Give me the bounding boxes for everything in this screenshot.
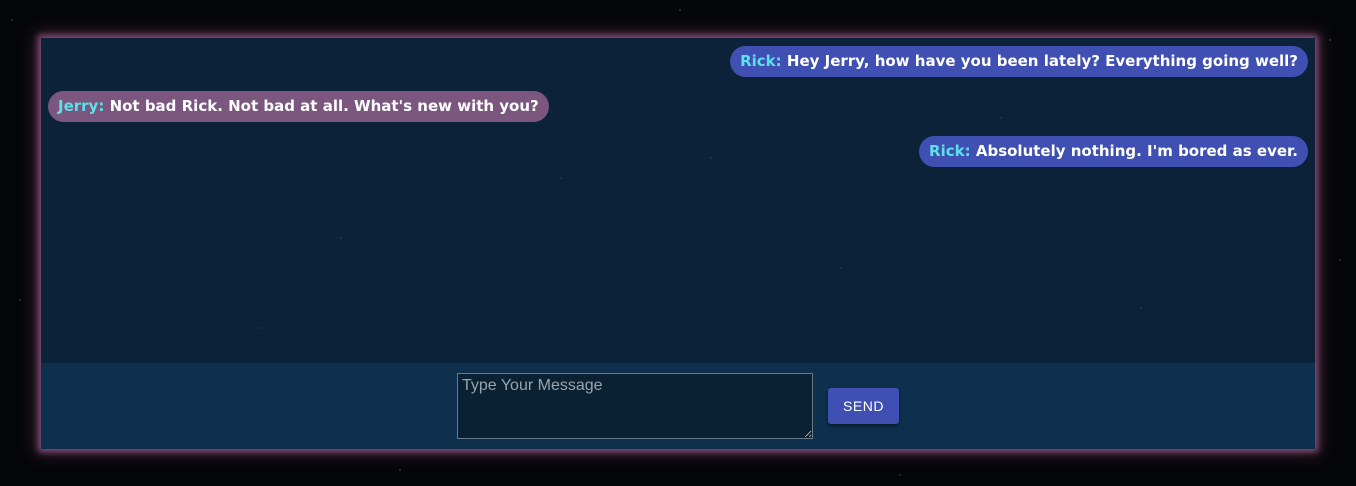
message-bubble-rick: Rick: Absolutely nothing. I'm bored as e… — [919, 136, 1308, 167]
message-list: Rick: Hey Jerry, how have you been latel… — [41, 38, 1315, 363]
message-bubble-rick: Rick: Hey Jerry, how have you been latel… — [730, 46, 1308, 77]
composer-bar: SEND — [41, 363, 1315, 449]
message-sender: Rick: — [929, 142, 971, 160]
message-text: Hey Jerry, how have you been lately? Eve… — [786, 52, 1298, 70]
message-text: Absolutely nothing. I'm bored as ever. — [975, 142, 1298, 160]
message-bubble-jerry: Jerry: Not bad Rick. Not bad at all. Wha… — [48, 91, 549, 122]
message-sender: Rick: — [740, 52, 782, 70]
message-text: Not bad Rick. Not bad at all. What's new… — [109, 97, 539, 115]
chat-window: Rick: Hey Jerry, how have you been latel… — [41, 38, 1315, 449]
message-input[interactable] — [457, 373, 813, 439]
send-button[interactable]: SEND — [828, 388, 899, 424]
message-sender: Jerry: — [58, 97, 105, 115]
